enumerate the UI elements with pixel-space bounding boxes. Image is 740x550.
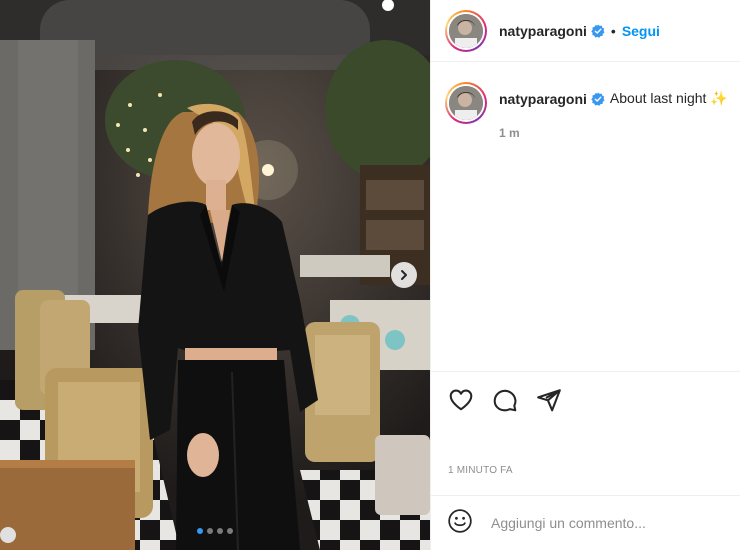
comment-icon [493, 389, 517, 412]
caption-username[interactable]: natyparagoni [499, 91, 587, 107]
carousel-indicator [0, 528, 430, 534]
like-button[interactable] [447, 386, 475, 414]
post-side-panel: natyparagoni • Segui natyparagoni About … [430, 0, 740, 550]
profile-photo [449, 13, 483, 48]
next-slide-button[interactable] [391, 262, 417, 288]
avatar[interactable] [449, 13, 483, 48]
add-comment-bar [431, 495, 740, 550]
verified-badge-icon [591, 24, 605, 38]
avatar[interactable] [449, 86, 483, 120]
carousel-dot [217, 528, 223, 534]
follow-button[interactable]: Segui [622, 23, 660, 39]
verified-badge-icon [591, 92, 605, 106]
carousel-dot-active [197, 528, 203, 534]
caption-text: About last night ✨ [609, 90, 728, 106]
emoji-icon[interactable] [447, 508, 473, 539]
caption-comment: natyparagoni About last night ✨ 1 m [431, 62, 740, 140]
profile-photo [449, 86, 483, 120]
heart-icon [449, 389, 473, 411]
post-actions [431, 371, 740, 414]
share-button[interactable] [535, 386, 563, 414]
carousel-dot [207, 528, 213, 534]
header-username[interactable]: natyparagoni [499, 23, 587, 39]
post-header: natyparagoni • Segui [431, 0, 740, 62]
share-icon [537, 389, 561, 412]
post-image [0, 0, 430, 550]
header-separator: • [610, 22, 616, 39]
chevron-right-icon [401, 270, 407, 280]
post-timestamp[interactable]: 1 MINUTO FA [448, 465, 513, 476]
comment-input[interactable] [491, 515, 721, 531]
story-ring[interactable] [445, 9, 487, 52]
comment-button[interactable] [491, 386, 519, 414]
carousel-dot [227, 528, 233, 534]
caption-time[interactable]: 1 m [499, 126, 728, 140]
post-photo[interactable] [0, 0, 430, 550]
story-ring[interactable] [445, 82, 487, 124]
